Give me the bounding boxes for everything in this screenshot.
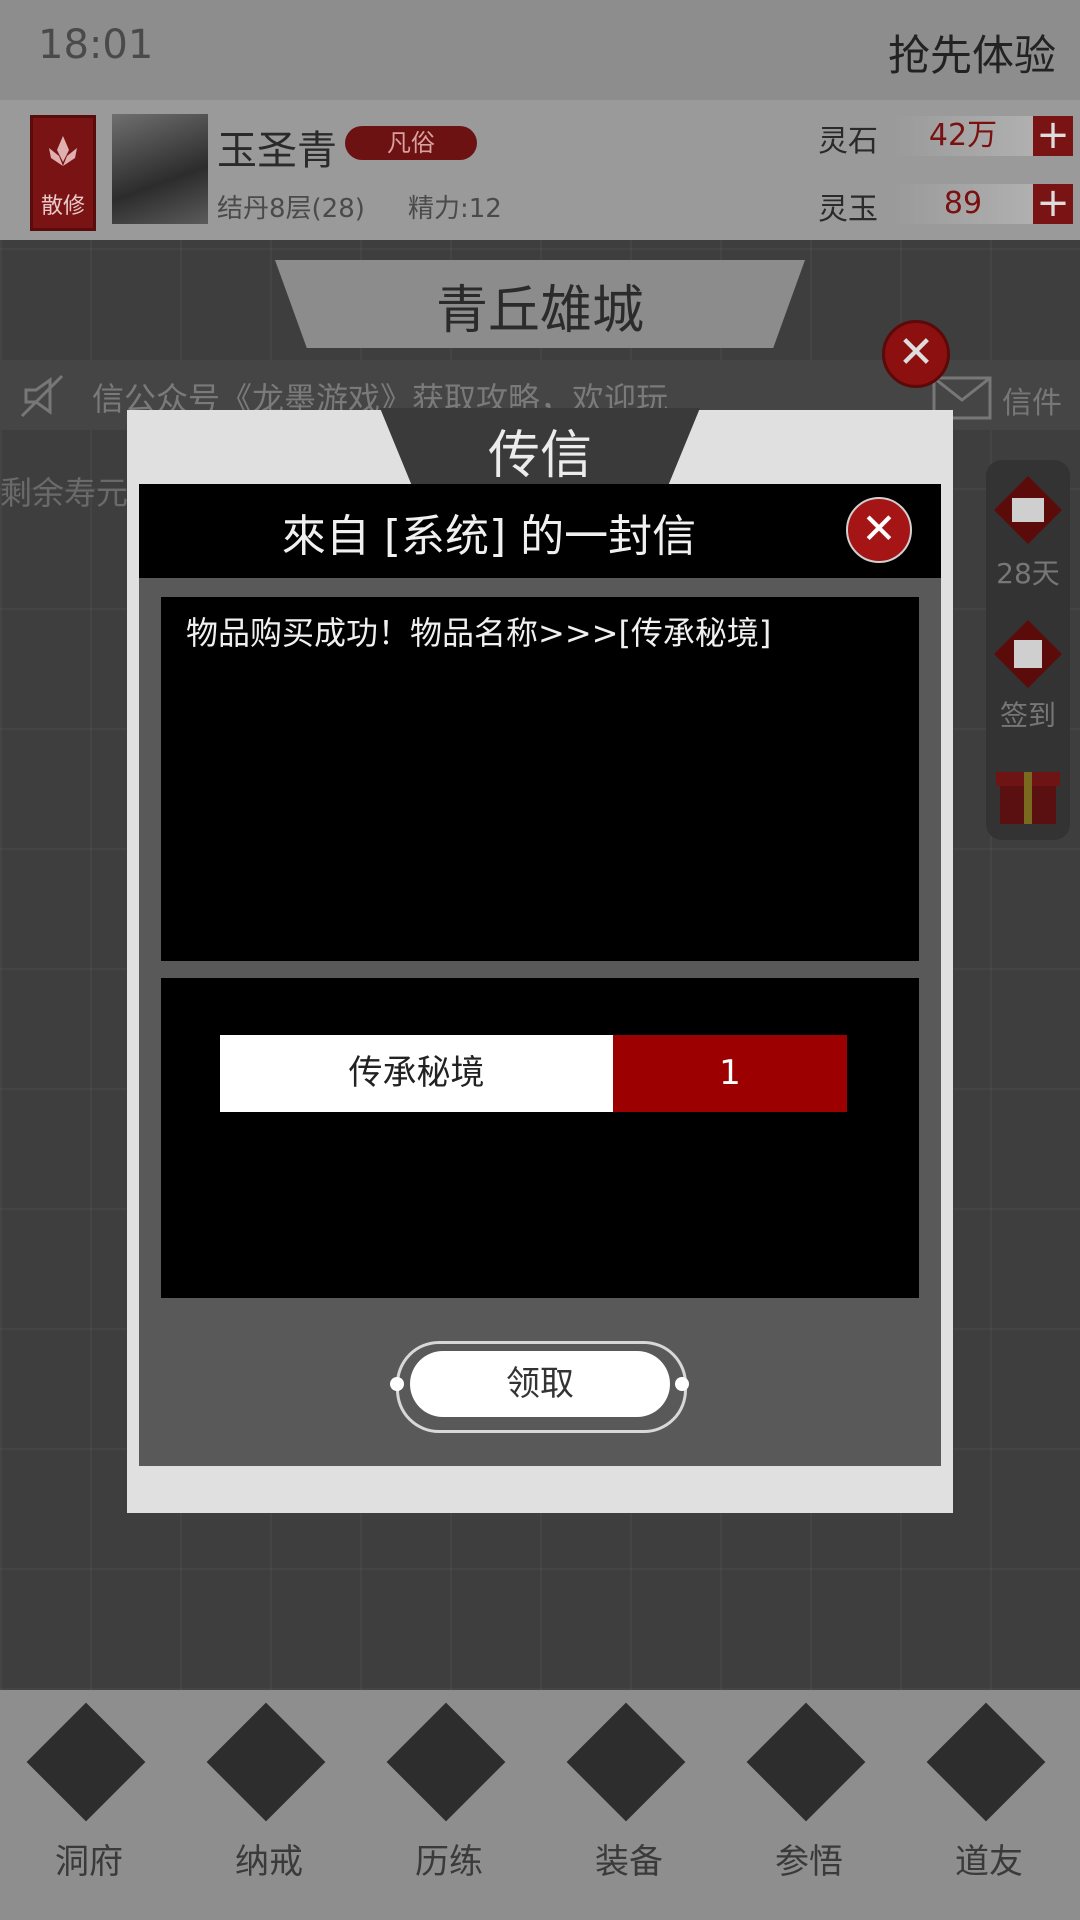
nav-label: 洞府 — [55, 1842, 123, 1882]
energy-value: 精力:12 — [408, 194, 502, 224]
checkin-label: 签到 — [999, 699, 1056, 732]
outer-close-button[interactable]: ✕ — [882, 320, 950, 388]
lotus-icon — [49, 136, 77, 166]
gift-icon[interactable] — [986, 748, 1070, 832]
avatar[interactable] — [112, 114, 208, 224]
nav-item-training[interactable]: 历练 — [374, 1702, 524, 1910]
sect-badge[interactable]: 散修 — [30, 115, 96, 231]
clock: 18:01 — [38, 22, 154, 68]
spirit-jade-add-button[interactable]: + — [1033, 183, 1073, 224]
letter-header-text: 來自 [系统] 的一封信 — [281, 511, 697, 562]
dagger-icon — [566, 1702, 686, 1822]
ring-dot-left — [390, 1377, 404, 1391]
ring-icon — [206, 1702, 326, 1822]
attachment-box — [161, 978, 919, 1298]
spirit-stone-add-button[interactable]: + — [1033, 115, 1073, 156]
spirit-jade-value: 89 — [893, 184, 1033, 224]
speaker-icon — [20, 374, 64, 418]
nav-label: 历练 — [415, 1842, 483, 1882]
lifespan-label: 剩余寿元 — [0, 474, 129, 512]
dialog-title: 传信 — [487, 426, 592, 486]
token-days-label: 28天 — [996, 557, 1060, 590]
ring-dot-right — [675, 1377, 689, 1391]
nav-label: 装备 — [595, 1842, 663, 1882]
token-icon[interactable] — [986, 468, 1070, 552]
nav-label: 道友 — [955, 1842, 1023, 1882]
nav-item-friends[interactable]: 道友 — [914, 1702, 1064, 1910]
spirit-stone-label: 灵石 — [818, 124, 878, 159]
spirit-jade-label: 灵玉 — [818, 192, 878, 227]
nav-item-cave[interactable]: 洞府 — [14, 1702, 164, 1910]
message-text: 物品购买成功！物品名称>>>[传承秘境] — [186, 614, 772, 652]
player-name: 玉圣青 — [217, 128, 337, 174]
location-title: 青丘雄城 — [435, 281, 644, 341]
cultivation-level: 结丹8层(28) — [217, 194, 365, 224]
sect-label: 散修 — [40, 194, 85, 219]
nav-item-ring[interactable]: 纳戒 — [194, 1702, 344, 1910]
attachment-item-quantity: 1 — [613, 1035, 847, 1112]
crossed-swords-icon — [386, 1702, 506, 1822]
gate-icon — [26, 1702, 146, 1822]
nav-item-insight[interactable]: 参悟 — [734, 1702, 884, 1910]
nav-item-equipment[interactable]: 装备 — [554, 1702, 704, 1910]
rank-badge: 凡俗 — [345, 126, 477, 160]
early-access-label: 抢先体验 — [887, 31, 1056, 80]
checkin-icon[interactable] — [986, 612, 1070, 696]
nav-label: 参悟 — [775, 1842, 843, 1882]
mail-label[interactable]: 信件 — [1002, 378, 1062, 422]
nav-label: 纳戒 — [235, 1842, 303, 1882]
book-icon — [746, 1702, 866, 1822]
claim-button[interactable]: 领取 — [410, 1351, 670, 1417]
close-button[interactable]: ✕ — [846, 497, 912, 563]
spirit-stone-value: 42万 — [893, 116, 1033, 156]
attachment-item-name: 传承秘境 — [220, 1035, 613, 1112]
handshake-icon — [926, 1702, 1046, 1822]
